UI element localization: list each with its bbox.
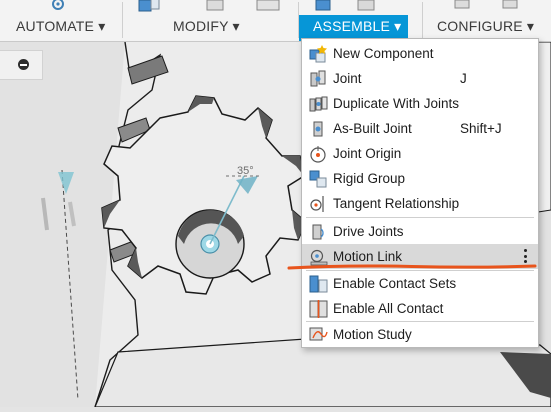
angle-dimension: 35° xyxy=(237,165,254,177)
menu-item-new-component[interactable]: New Component xyxy=(302,41,538,66)
duplicate-joints-icon xyxy=(309,96,328,112)
configure-label: CONFIGURE ▾ xyxy=(437,18,535,34)
chevron-down-icon: ▾ xyxy=(98,18,106,34)
minus-circle-icon xyxy=(18,59,29,70)
menu-item-joint[interactable]: Joint J xyxy=(302,66,538,91)
motion-study-icon xyxy=(309,327,328,341)
more-options-icon[interactable] xyxy=(524,247,528,265)
configure-icons xyxy=(454,0,518,9)
automate-label: AUTOMATE ▾ xyxy=(16,18,106,34)
enable-contact-sets-icon xyxy=(309,275,328,293)
drive-joints-icon xyxy=(312,224,324,240)
assemble-label: ASSEMBLE ▾ xyxy=(313,18,402,34)
enable-all-contact-icon xyxy=(309,300,328,318)
automate-group[interactable]: AUTOMATE ▾ xyxy=(0,0,120,41)
rigid-group-icon xyxy=(309,170,327,188)
modify-icons xyxy=(138,0,280,12)
menu-item-duplicate-with-joints[interactable]: Duplicate With Joints xyxy=(302,91,538,116)
modify-group[interactable]: MODIFY ▾ xyxy=(123,0,298,41)
toolbar: AUTOMATE ▾ MODIFY ▾ ASSEMBLE ▾ CONFIGURE… xyxy=(0,0,551,42)
menu-separator xyxy=(306,217,534,218)
menu-item-motion-study[interactable]: Motion Study xyxy=(302,322,538,347)
menu-item-as-built-joint[interactable]: As-Built Joint Shift+J xyxy=(302,116,538,141)
assemble-dropdown-menu: New Component Joint J Duplicate With Joi… xyxy=(301,38,539,348)
configure-group[interactable]: CONFIGURE ▾ xyxy=(423,0,551,41)
menu-item-enable-contact-sets[interactable]: Enable Contact Sets xyxy=(302,271,538,296)
menu-item-drive-joints[interactable]: Drive Joints xyxy=(302,219,538,244)
as-built-joint-icon xyxy=(313,121,323,137)
menu-item-motion-link[interactable]: Motion Link xyxy=(302,244,538,269)
browser-collapse-button[interactable] xyxy=(0,50,43,80)
joint-icon xyxy=(310,70,326,87)
joint-origin-icon xyxy=(310,146,326,163)
menu-item-enable-all-contact[interactable]: Enable All Contact xyxy=(302,296,538,321)
shortcut-label: J xyxy=(460,71,467,86)
modify-label: MODIFY ▾ xyxy=(173,18,240,34)
menu-item-rigid-group[interactable]: Rigid Group xyxy=(302,166,538,191)
motion-link-icon xyxy=(310,249,328,266)
menu-item-joint-origin[interactable]: Joint Origin xyxy=(302,141,538,166)
menu-item-tangent-relationship[interactable]: Tangent Relationship xyxy=(302,191,538,216)
chevron-down-icon: ▾ xyxy=(526,18,535,34)
tangent-relationship-icon xyxy=(310,196,324,212)
chevron-down-icon: ▾ xyxy=(394,18,402,34)
chevron-down-icon: ▾ xyxy=(232,18,240,34)
new-component-icon xyxy=(309,45,327,63)
automate-icon xyxy=(52,0,64,10)
shortcut-label: Shift+J xyxy=(460,121,502,136)
assemble-icons xyxy=(315,0,375,11)
